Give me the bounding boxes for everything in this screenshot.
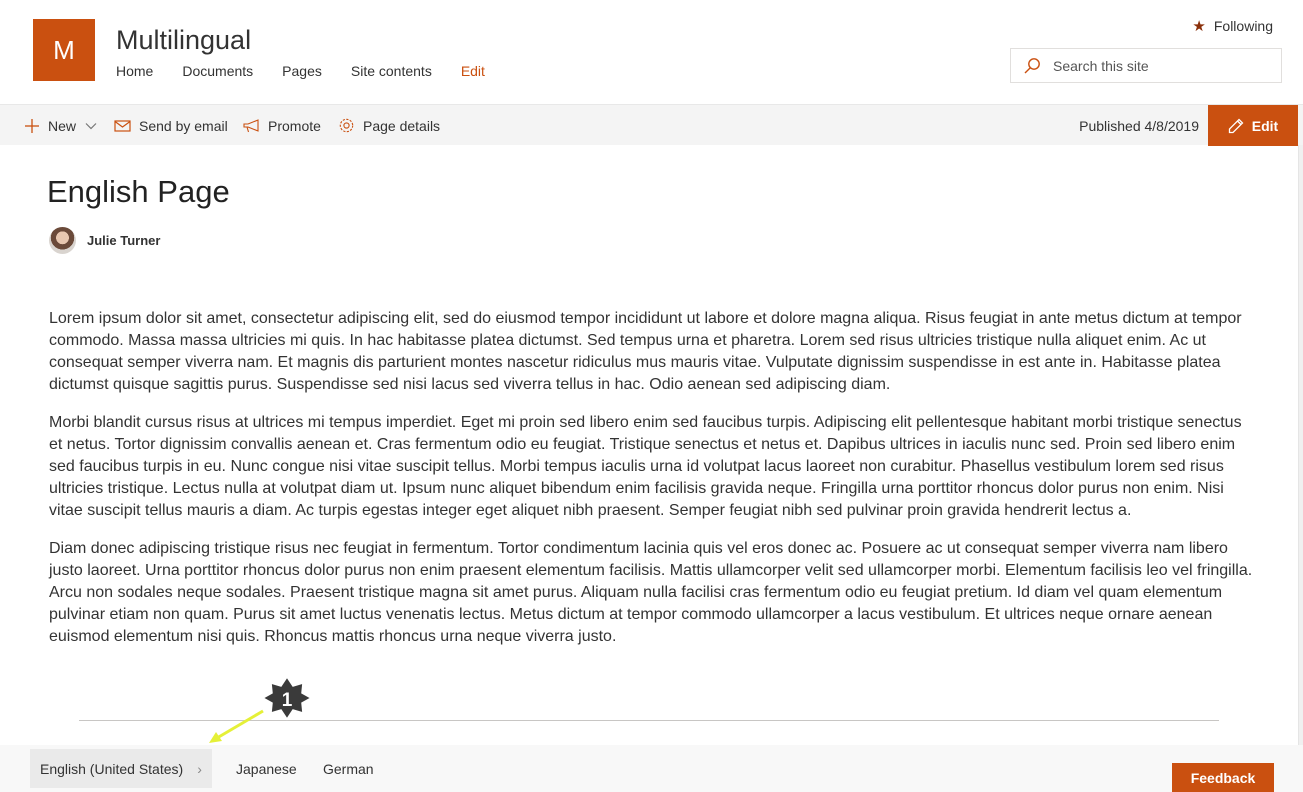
command-bar: New Send by email Promote Page details P… — [0, 104, 1303, 146]
annotation-arrow-icon — [209, 709, 264, 743]
search-box[interactable] — [1010, 48, 1282, 83]
feedback-button[interactable]: Feedback — [1172, 763, 1274, 792]
gear-icon — [339, 118, 354, 133]
site-header: M Multilingual Home Documents Pages Site… — [0, 0, 1303, 104]
mail-icon — [114, 119, 131, 132]
nav-item-pages[interactable]: Pages — [282, 63, 322, 79]
chevron-right-icon: › — [197, 760, 202, 777]
megaphone-icon — [243, 118, 259, 132]
author-byline[interactable]: Julie Turner — [49, 227, 160, 254]
language-bar: English (United States) › Japanese Germa… — [0, 745, 1303, 792]
search-input[interactable] — [1053, 57, 1273, 74]
annotation-badge-icon: 1 — [261, 675, 313, 721]
edit-page-label: Edit — [1251, 117, 1279, 134]
page-details-label: Page details — [363, 117, 441, 134]
plus-icon — [25, 118, 39, 133]
nav-item-documents[interactable]: Documents — [182, 63, 253, 79]
author-name[interactable]: Julie Turner — [87, 233, 160, 248]
new-button[interactable]: New — [24, 105, 98, 146]
annotation-badge-number: 1 — [282, 690, 293, 711]
paragraph-2: Morbi blandit cursus risus at ultrices m… — [49, 414, 1242, 519]
star-icon: ★ — [1192, 18, 1206, 35]
follow-button[interactable]: ★ Following — [1192, 17, 1273, 35]
language-german[interactable]: German — [323, 749, 374, 788]
site-navigation: Home Documents Pages Site contents Edit — [116, 63, 514, 79]
nav-item-site-contents[interactable]: Site contents — [351, 63, 432, 79]
page-details-button[interactable]: Page details — [338, 105, 440, 146]
language-current[interactable]: English (United States) › — [30, 749, 212, 788]
site-logo[interactable]: M — [33, 19, 95, 81]
search-icon — [1024, 57, 1040, 73]
new-label: New — [48, 117, 77, 134]
edit-page-button[interactable]: Edit — [1208, 105, 1298, 146]
site-title[interactable]: Multilingual — [116, 25, 251, 56]
promote-button[interactable]: Promote — [243, 105, 321, 146]
annotation-callout: 1 — [209, 675, 313, 743]
paragraph-1: Lorem ipsum dolor sit amet, consectetur … — [49, 310, 1242, 393]
paragraph-3: Diam donec adipiscing tristique risus ne… — [49, 540, 1253, 645]
published-status: Published 4/8/2019 — [1079, 117, 1199, 134]
language-current-label: English (United States) — [40, 760, 184, 777]
page-body: Lorem ipsum dolor sit amet, consectetur … — [49, 308, 1254, 664]
nav-edit-link[interactable]: Edit — [461, 63, 485, 79]
promote-label: Promote — [268, 117, 321, 134]
scrollbar[interactable] — [1298, 145, 1303, 745]
follow-label: Following — [1213, 18, 1273, 34]
language-japanese[interactable]: Japanese — [236, 749, 297, 788]
nav-item-home[interactable]: Home — [116, 63, 153, 79]
send-by-email-label: Send by email — [139, 117, 228, 134]
send-by-email-button[interactable]: Send by email — [114, 105, 228, 146]
avatar[interactable] — [49, 227, 76, 254]
pencil-icon — [1228, 118, 1244, 133]
page-title: English Page — [47, 174, 230, 209]
chevron-down-icon — [85, 122, 97, 129]
